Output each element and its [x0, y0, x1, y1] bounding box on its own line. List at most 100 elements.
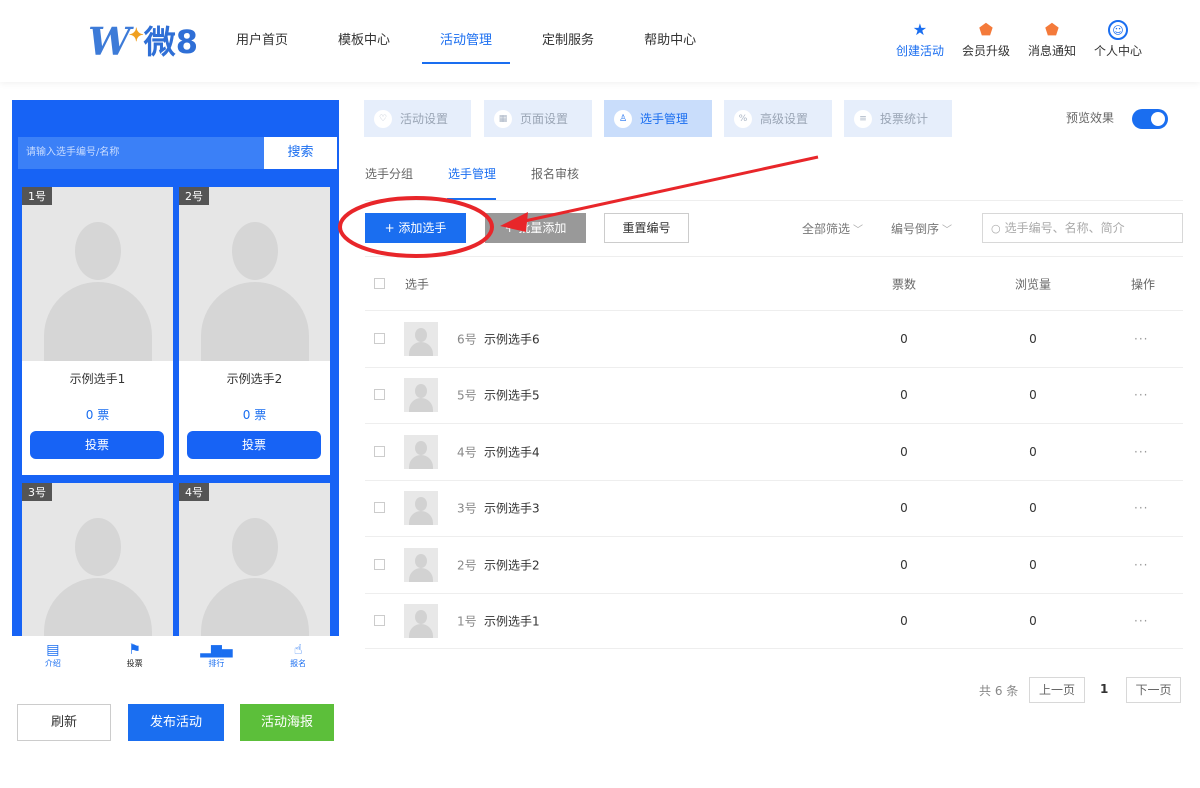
mobile-preview: 请输入选手编号/名称 搜索 1号 示例选手1 0 票 投票 2号 示例选手2 0…: [12, 100, 339, 636]
current-page[interactable]: 1: [1100, 682, 1108, 696]
subtab-player-management[interactable]: 选手管理: [448, 165, 496, 182]
star-icon: ★: [912, 20, 928, 39]
player-search-input[interactable]: ○ 选手编号、名称、简介: [982, 213, 1183, 243]
player-views: 0: [1029, 501, 1037, 516]
player-name: 示例选手1: [69, 372, 126, 386]
player-votes: 0: [900, 388, 908, 403]
notification-shield-icon: ⬟: [1045, 20, 1059, 39]
flag-icon: ⚑: [128, 642, 141, 658]
divider: [365, 200, 1183, 201]
tabbar-vote[interactable]: ⚑ 投票: [94, 636, 176, 680]
nav-activity-management[interactable]: 活动管理: [422, 0, 511, 82]
tab-advanced-settings-label: 高级设置: [760, 112, 809, 126]
player-name: 示例选手2: [226, 372, 283, 386]
row-checkbox[interactable]: [374, 502, 385, 514]
player-votes: 0: [900, 557, 908, 572]
tabbar-intro-label: 介绍: [44, 659, 61, 668]
publish-activity-button[interactable]: 发布活动: [128, 704, 224, 741]
table-row: 5号 示例选手5 0 0 ···: [365, 366, 1183, 424]
player-card[interactable]: 3号: [22, 483, 173, 636]
player-number: 6号: [457, 332, 477, 347]
brand-logo[interactable]: W ✦ 微8: [88, 22, 198, 62]
prev-page-button[interactable]: 上一页: [1029, 677, 1085, 703]
nav-user-home[interactable]: 用户首页: [218, 0, 306, 82]
notifications-button[interactable]: ⬟ 消息通知: [1028, 20, 1076, 59]
tab-activity-settings-label: 活动设置: [400, 112, 449, 126]
person-icon: ♙: [614, 109, 632, 128]
more-actions-icon[interactable]: ···: [1134, 332, 1148, 346]
header-actions: ★ 创建活动 ⬟ 会员升级 ⬟ 消息通知 ☺ 个人中心: [896, 20, 1142, 59]
chevron-down-icon: ﹀: [942, 225, 953, 236]
more-actions-icon[interactable]: ···: [1134, 388, 1148, 402]
subtab-signup-review[interactable]: 报名审核: [531, 165, 579, 182]
player-votes: 0: [900, 331, 908, 346]
preview-toggle[interactable]: [1132, 109, 1168, 129]
table-row: 2号 示例选手2 0 0 ···: [365, 536, 1183, 593]
more-actions-icon[interactable]: ···: [1134, 501, 1148, 515]
table-row: 6号 示例选手6 0 0 ···: [365, 310, 1183, 367]
create-activity-button[interactable]: ★ 创建活动: [896, 20, 944, 59]
player-votes: 0: [900, 444, 908, 459]
player-name: 示例选手3: [484, 501, 540, 516]
create-activity-label: 创建活动: [895, 44, 944, 58]
nav-help-center[interactable]: 帮助中心: [626, 0, 714, 82]
preview-search-button[interactable]: 搜索: [264, 137, 337, 169]
player-number: 4号: [457, 445, 477, 460]
member-upgrade-button[interactable]: ⬟ 会员升级: [962, 20, 1010, 59]
player-card[interactable]: 1号 示例选手1 0 票 投票: [22, 187, 173, 475]
nav-template-center[interactable]: 模板中心: [320, 0, 408, 82]
tab-advanced-settings[interactable]: % 高级设置: [724, 100, 832, 137]
user-circle-icon: ☺: [1107, 20, 1128, 40]
tab-vote-statistics[interactable]: ≡ 投票统计: [844, 100, 952, 137]
activity-poster-button[interactable]: 活动海报: [240, 704, 334, 741]
tab-page-settings[interactable]: ▦ 页面设置: [484, 100, 592, 137]
tab-player-management[interactable]: ♙ 选手管理: [604, 100, 712, 137]
tabbar-intro[interactable]: ▤ 介绍: [12, 636, 94, 680]
top-header: W ✦ 微8 用户首页 模板中心 活动管理 定制服务 帮助中心 ★ 创建活动 ⬟ …: [0, 0, 1200, 82]
row-checkbox[interactable]: [374, 389, 385, 401]
tabbar-signup[interactable]: ☝ 报名: [257, 636, 339, 680]
subtab-player-groups[interactable]: 选手分组: [365, 165, 413, 182]
filter-all-dropdown[interactable]: 全部筛选 ﹀: [802, 220, 863, 237]
table-header-row: 选手 票数 浏览量 操作: [365, 256, 1183, 310]
vip-shield-icon: ⬟: [979, 20, 993, 39]
add-player-button[interactable]: + 添加选手: [365, 213, 466, 243]
chevron-down-icon: ﹀: [853, 225, 864, 236]
player-card[interactable]: 4号: [179, 483, 330, 636]
tab-page-settings-label: 页面设置: [520, 112, 569, 126]
more-actions-icon[interactable]: ···: [1134, 614, 1148, 628]
tab-vote-statistics-label: 投票统计: [880, 112, 929, 126]
reset-numbering-button[interactable]: 重置编号: [604, 213, 689, 243]
nav-custom-service[interactable]: 定制服务: [524, 0, 612, 82]
sort-dropdown[interactable]: 编号倒序 ﹀: [891, 220, 952, 237]
preview-search-bar: 请输入选手编号/名称 搜索: [18, 137, 337, 169]
next-page-button[interactable]: 下一页: [1126, 677, 1181, 703]
row-checkbox[interactable]: [374, 614, 385, 626]
preview-search-input[interactable]: 请输入选手编号/名称: [18, 137, 264, 169]
batch-add-button[interactable]: + 批量添加: [485, 213, 586, 243]
player-avatar: [404, 321, 438, 356]
notifications-label: 消息通知: [1027, 44, 1076, 58]
vote-button[interactable]: 投票: [187, 431, 321, 459]
more-actions-icon[interactable]: ···: [1134, 558, 1148, 572]
row-checkbox[interactable]: [374, 445, 385, 457]
tabbar-ranking[interactable]: ▂▆▄ 排行: [176, 636, 258, 680]
vote-button[interactable]: 投票: [30, 431, 164, 459]
row-checkbox[interactable]: [374, 558, 385, 570]
more-actions-icon[interactable]: ···: [1134, 445, 1148, 459]
search-icon: ○: [991, 222, 1001, 235]
tab-activity-settings[interactable]: ♡ 活动设置: [364, 100, 471, 137]
refresh-button[interactable]: 刷新: [17, 704, 111, 741]
select-all-checkbox[interactable]: [374, 277, 385, 289]
personal-center-button[interactable]: ☺ 个人中心: [1094, 20, 1142, 59]
player-views: 0: [1029, 557, 1037, 572]
player-number: 1号: [457, 614, 477, 629]
player-card[interactable]: 2号 示例选手2 0 票 投票: [179, 187, 330, 475]
player-avatar: [404, 378, 438, 413]
header-votes: 票数: [891, 277, 916, 291]
tabbar-signup-label: 报名: [290, 659, 307, 668]
header-ops: 操作: [1130, 277, 1155, 291]
player-avatar: [404, 603, 438, 638]
row-checkbox[interactable]: [374, 332, 385, 344]
player-votes: 0: [900, 613, 908, 628]
